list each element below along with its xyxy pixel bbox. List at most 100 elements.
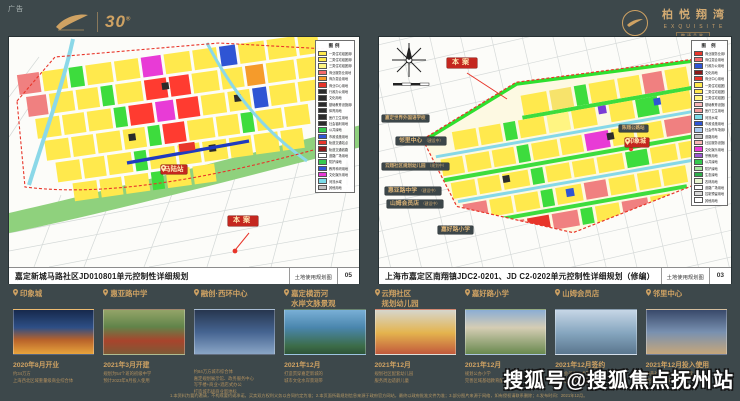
- legend-row: 道路广场用地: [318, 153, 352, 158]
- legend-label: 社会福利用地: [329, 121, 348, 126]
- pin-icon: [625, 138, 630, 145]
- thumbnail-photo: [194, 309, 275, 355]
- brand-logo-right: 柏悦翔湾 EXQUISITE 敬请品鉴: [622, 6, 730, 40]
- legend-row: 河流水域: [694, 114, 725, 119]
- brand-subtitle: EXQUISITE: [660, 24, 727, 30]
- legend-swatch: [694, 114, 703, 119]
- legend-swatch: [694, 191, 703, 196]
- legend-row: 公共绿地: [318, 127, 352, 132]
- legend-label: 行政办公用地: [705, 63, 724, 68]
- sams-club-label: 山姆会员店（建设中）: [387, 200, 443, 208]
- legend-swatch: [694, 140, 703, 145]
- facility-card: 印象城 2020年8月开业 约34万方上海西北区域重量级商业综合体: [13, 289, 94, 396]
- legend-row: 行政办公用地: [318, 89, 352, 94]
- card-title: 山姆会员店: [555, 289, 636, 309]
- legend-row: 宗教用地: [694, 153, 725, 158]
- legend-row: 一类住宅组团用地: [318, 51, 352, 56]
- legend-swatch: [694, 82, 703, 87]
- legend-row: 商业中心用地: [694, 76, 725, 81]
- legend-row: 河流水域: [318, 178, 352, 183]
- legend-label: 市政设施用地: [705, 121, 724, 126]
- legend-swatch: [694, 57, 703, 62]
- legend-label: 宗教用地: [705, 153, 718, 158]
- legend-label: 基础教育设施用地: [329, 102, 352, 107]
- legend-row: 体育用地: [318, 108, 352, 113]
- legend-label: 商办混合用地: [329, 76, 348, 81]
- brand-ring-icon: [622, 10, 648, 36]
- registered-mark: ®: [126, 16, 131, 22]
- card-date: 2021年12月: [375, 359, 456, 369]
- legend-label: 公共绿地: [329, 127, 342, 132]
- legend-row: 轨道交通线路: [318, 146, 352, 151]
- thumbnail-photo: [284, 309, 365, 355]
- legend-row: 防护绿地: [318, 159, 352, 164]
- facility-card: 云翔社区规划幼儿园 2021年12月 规划社区配套幼儿园服务周边适龄儿童: [375, 289, 456, 396]
- left-map-caption-bar: 嘉定新城马路社区JD010801单元控制性详细规划 土地使用规划图 05: [9, 267, 359, 284]
- pin-icon: [284, 289, 289, 296]
- left-map-area: 图例 一类住宅组团用地二类住宅组团用地三类住宅组团用地商业服务业用地商办混合用地…: [9, 37, 359, 267]
- legend-label: 控制预留用地: [705, 191, 724, 196]
- metro-station-label: 陈翔公路站: [619, 125, 648, 132]
- legend-row: 文化娱乐用地: [318, 172, 352, 177]
- card-title-text: 印象城: [20, 289, 42, 309]
- legend-row: 其他用地: [318, 185, 352, 190]
- legend-swatch: [694, 63, 703, 68]
- legend-row: 医疗卫生用地: [318, 114, 352, 119]
- legend-swatch: [318, 134, 327, 139]
- left-map-legend: 图例 一类住宅组团用地二类住宅组团用地三类住宅组团用地商业服务业用地商办混合用地…: [315, 40, 355, 193]
- card-title-text: 融创·西环中心: [201, 289, 248, 309]
- legend-label: 道路广场用地: [329, 153, 348, 158]
- card-description: 约34万方上海西北区域重量级商业综合体: [13, 371, 94, 384]
- legend-row: 商办混合用地: [318, 76, 352, 81]
- legend-swatch: [318, 121, 327, 126]
- legend-label: 农林用地: [705, 179, 718, 184]
- thumbnail-photo: [465, 309, 546, 355]
- legend-swatch: [694, 70, 703, 75]
- right-map-panel: 图 例 商业服务业用地商住混合用地行政办公用地文化用地商业中心用地一类住宅组团用…: [378, 36, 732, 284]
- card-description: 打造贯穿嘉定新城的城市文化水岸景观带: [284, 371, 365, 384]
- scale-bar-icon: [393, 83, 429, 86]
- legend-label: 轨道交通线路: [329, 147, 348, 152]
- legend-label: 文化娱乐用地: [329, 172, 348, 177]
- legend-label: 医疗卫生用地: [329, 115, 348, 120]
- legend-swatch: [694, 134, 703, 139]
- legend-swatch: [694, 166, 703, 171]
- thumbnail-photo: [103, 309, 184, 355]
- right-map-caption: 上海市嘉定区南翔镇JDC2-0201、JD C2-0202单元控制性详细规划（修…: [379, 268, 661, 284]
- card-title: 嘉好路小学: [465, 289, 546, 309]
- right-map-drawing: [379, 37, 731, 267]
- legend-label: 公共绿地: [705, 159, 718, 164]
- legend-label: 市政设施用地: [329, 134, 348, 139]
- legend-row: 文化用地: [694, 70, 725, 75]
- card-description: 规划为54个班的初级中学预计2023年9月投入使用: [103, 371, 184, 384]
- legend-row: 社会停车场用地: [694, 127, 725, 132]
- anniversary-30: 30®: [105, 12, 131, 32]
- legend-swatch: [694, 127, 703, 132]
- facility-card: 嘉定横沥河水岸文脉景观 2021年12月 打造贯穿嘉定新城的城市文化水岸景观带: [284, 289, 365, 396]
- legend-swatch: [318, 140, 327, 145]
- metro-station-label: 马陆站: [161, 165, 187, 174]
- card-title-text: 山姆会员店: [562, 289, 599, 309]
- legend-swatch: [318, 76, 327, 81]
- thumbnail-photo: [555, 309, 636, 355]
- left-map-drawing: [9, 37, 359, 267]
- legend-row: 二类住宅组团用地: [318, 57, 352, 62]
- thumbnail-photo: [646, 309, 727, 355]
- legend-label: 文化用地: [705, 70, 718, 75]
- legend-label: 其他用地: [705, 198, 718, 203]
- legend-row: 基础教育设施用地: [318, 102, 352, 107]
- legend-row: 控制预留用地: [694, 191, 725, 196]
- legend-row: 防护绿地: [694, 166, 725, 171]
- thumbnail-photo: [13, 309, 94, 355]
- legend-label: 社会停车场用地: [705, 127, 725, 132]
- card-title-text: 嘉好路小学: [472, 289, 509, 309]
- card-description: 约84万方城市综合体嘉定规划展示馆、政务服务中心写字楼+商业+酒店式办公打造城市…: [194, 369, 275, 396]
- legend-swatch: [318, 127, 327, 132]
- legend-label: 商业中心用地: [705, 76, 724, 81]
- legend-row: 道路用地: [694, 134, 725, 139]
- legend-swatch: [694, 159, 703, 164]
- legend-label: 道路用地: [705, 134, 718, 139]
- card-title: 融创·西环中心: [194, 289, 275, 309]
- legend-swatch: [318, 95, 327, 100]
- brand-logo-left: 30®: [54, 8, 131, 36]
